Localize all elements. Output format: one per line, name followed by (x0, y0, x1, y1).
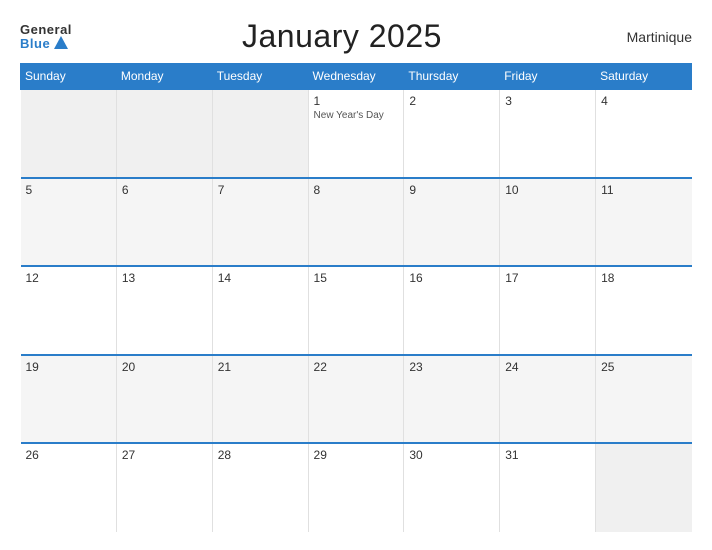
day-number: 6 (122, 183, 207, 197)
calendar-cell: 28 (212, 443, 308, 532)
calendar-title: January 2025 (72, 18, 612, 55)
day-number: 13 (122, 271, 207, 285)
day-number: 2 (409, 94, 494, 108)
day-number: 1 (314, 94, 399, 108)
calendar-cell: 9 (404, 178, 500, 267)
day-number: 30 (409, 448, 494, 462)
calendar-cell: 19 (21, 355, 117, 444)
calendar-cell: 16 (404, 266, 500, 355)
calendar-cell (21, 89, 117, 178)
day-number: 16 (409, 271, 494, 285)
col-friday: Friday (500, 64, 596, 90)
day-number: 23 (409, 360, 494, 374)
col-thursday: Thursday (404, 64, 500, 90)
days-of-week-row: Sunday Monday Tuesday Wednesday Thursday… (21, 64, 692, 90)
calendar-cell: 1 New Year's Day (308, 89, 404, 178)
day-number: 17 (505, 271, 590, 285)
calendar-body: 1New Year's Day2345678910111213141516171… (21, 89, 692, 532)
day-number: 22 (314, 360, 399, 374)
calendar-cell: 25 (596, 355, 692, 444)
day-number: 9 (409, 183, 494, 197)
day-number: 29 (314, 448, 399, 462)
logo-general-text: General (20, 23, 72, 36)
calendar-cell: 15 (308, 266, 404, 355)
calendar-cell: 21 (212, 355, 308, 444)
calendar-cell: 24 (500, 355, 596, 444)
day-number: 12 (26, 271, 111, 285)
day-number: 28 (218, 448, 303, 462)
calendar-cell: 26 (21, 443, 117, 532)
day-number: 31 (505, 448, 590, 462)
day-number: 10 (505, 183, 590, 197)
logo-blue-text: Blue (20, 36, 72, 50)
day-number: 11 (601, 183, 686, 197)
day-number: 19 (26, 360, 111, 374)
day-number: 3 (505, 94, 590, 108)
calendar-week-row: 56789 10 11 (21, 178, 692, 267)
day-number: 26 (26, 448, 111, 462)
calendar-cell: 22 (308, 355, 404, 444)
calendar-cell (596, 443, 692, 532)
calendar-cell: 27 (116, 443, 212, 532)
calendar-cell (116, 89, 212, 178)
calendar-week-row: 1 New Year's Day 234 (21, 89, 692, 178)
calendar-cell: 12 (21, 266, 117, 355)
calendar-table: Sunday Monday Tuesday Wednesday Thursday… (20, 63, 692, 532)
calendar-week-row: 19 20 21 22 23 24 25 (21, 355, 692, 444)
calendar-cell: 17 (500, 266, 596, 355)
calendar-cell: 18 (596, 266, 692, 355)
calendar-cell: 31 (500, 443, 596, 532)
calendar-cell: 10 (500, 178, 596, 267)
calendar-cell (212, 89, 308, 178)
col-tuesday: Tuesday (212, 64, 308, 90)
day-number: 15 (314, 271, 399, 285)
header: General Blue January 2025 Martinique (20, 18, 692, 55)
calendar-cell: 6 (116, 178, 212, 267)
day-number: 14 (218, 271, 303, 285)
calendar-cell: 13 (116, 266, 212, 355)
calendar-cell: 7 (212, 178, 308, 267)
day-number: 5 (26, 183, 111, 197)
day-number: 18 (601, 271, 686, 285)
calendar-header: Sunday Monday Tuesday Wednesday Thursday… (21, 64, 692, 90)
day-number: 7 (218, 183, 303, 197)
col-sunday: Sunday (21, 64, 117, 90)
calendar-cell: 5 (21, 178, 117, 267)
calendar-cell: 29 (308, 443, 404, 532)
calendar-week-row: 26 27 28 29 30 31 (21, 443, 692, 532)
col-saturday: Saturday (596, 64, 692, 90)
calendar-cell: 8 (308, 178, 404, 267)
day-number: 4 (601, 94, 686, 108)
calendar-cell: 3 (500, 89, 596, 178)
logo: General Blue (20, 23, 72, 50)
calendar-cell: 4 (596, 89, 692, 178)
day-number: 20 (122, 360, 207, 374)
calendar-cell: 14 (212, 266, 308, 355)
day-number: 24 (505, 360, 590, 374)
col-monday: Monday (116, 64, 212, 90)
calendar-cell: 20 (116, 355, 212, 444)
calendar-page: General Blue January 2025 Martinique Sun… (0, 0, 712, 550)
calendar-cell: 2 (404, 89, 500, 178)
holiday-label: New Year's Day (314, 110, 399, 122)
day-number: 25 (601, 360, 686, 374)
day-number: 27 (122, 448, 207, 462)
calendar-cell: 23 (404, 355, 500, 444)
calendar-week-row: 12 13 14 15 16 17 18 (21, 266, 692, 355)
calendar-cell: 11 (596, 178, 692, 267)
calendar-cell: 30 (404, 443, 500, 532)
day-number: 21 (218, 360, 303, 374)
logo-triangle-icon (54, 36, 68, 49)
region-label: Martinique (612, 29, 692, 45)
col-wednesday: Wednesday (308, 64, 404, 90)
day-number: 8 (314, 183, 399, 197)
